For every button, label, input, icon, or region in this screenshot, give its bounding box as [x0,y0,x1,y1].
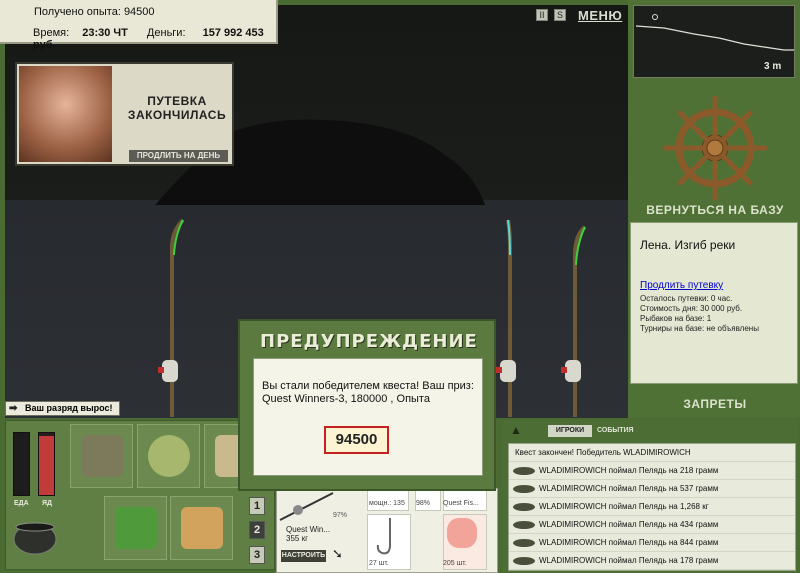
license-expired-banner: ПУТЕВКА ЗАКОНЧИЛАСЬ ПРОДЛИТЬ НА ДЕНЬ [15,62,234,166]
log-text: WLADIMIROWICH поймал Пелядь на 1,268 кг [539,502,709,511]
base-line-day-cost: Стоимость дня: 30 000 руб. [640,304,743,313]
bait-count: 205 шт. [443,560,467,567]
return-to-base-button[interactable]: ВЕРНУТЬСЯ НА БАЗУ [633,203,797,217]
bait-bag-slot[interactable] [137,424,200,488]
log-text: WLADIMIROWICH поймал Пелядь на 434 грамм [539,520,719,529]
arrow-down-right-icon: ➘ [332,546,343,561]
base-line-anglers: Рыбаков на базе: 1 [640,314,712,323]
depth-readout: 3 m [764,61,782,72]
time-label: Время: [33,27,70,39]
warning-dialog[interactable]: ПРЕДУПРЕЖДЕНИЕ Вы стали победителем квес… [238,319,496,491]
shrimp-bait-icon [447,518,477,548]
extend-license-link[interactable]: Продлить путевку [640,280,723,291]
fish-icon [513,467,535,475]
crying-child-image [19,66,112,162]
rod-2[interactable] [496,219,516,417]
rank-up-banner[interactable]: ➡ Ваш разряд вырос! [5,401,120,416]
lure-name-label: Quest Fis... [443,500,479,507]
log-text: WLADIMIROWICH поймал Пелядь на 178 грамм [539,556,719,565]
log-text: WLADIMIROWICH поймал Пелядь на 218 грамм [539,466,719,475]
rod-name: Quest Win... [286,525,331,534]
base-line-tournaments: Турниры на базе: не объявлены [640,324,759,333]
fish-icon [513,521,535,529]
bait-bag-icon [148,435,190,477]
log-row: WLADIMIROWICH поймал Пелядь на 844 грамм [509,534,795,552]
base-info-panel: Лена. Изгиб реки Продлить путевку Остало… [630,222,798,384]
tackle-box-slot[interactable] [70,424,133,488]
inventory-tab-2[interactable]: 2 [249,521,265,539]
tab-events[interactable]: СОБЫТИЯ [597,425,634,437]
log-row: WLADIMIROWICH поймал Пелядь на 1,268 кг [509,498,795,516]
vegetable-basket-slot[interactable] [104,496,167,560]
hook-count: 27 шт. [369,560,389,567]
poison-label: ЯД [42,500,53,507]
poison-meter [38,432,55,496]
dialog-message: Вы стали победителем квеста! Ваш приз: Q… [262,380,474,405]
setup-button[interactable]: НАСТРОИТЬ [281,550,326,562]
log-row: WLADIMIROWICH поймал Пелядь на 537 грамм [509,480,795,498]
compass-arrow-icon: ▲ [510,423,522,437]
fish-icon [513,557,535,565]
cauldron-icon[interactable] [10,515,60,560]
log-row: Квест закончен! Победитель WLADIMIROWICH [509,444,795,462]
tackle-box-icon [81,435,123,477]
ship-wheel-icon[interactable] [660,93,770,203]
inventory-tab-1[interactable]: 1 [249,497,265,515]
dialog-body: Вы стали победителем квеста! Ваш приз: Q… [253,358,483,476]
food-meter [13,432,30,496]
rod-reel-icon [279,492,334,521]
bans-button[interactable]: ЗАПРЕТЫ [633,397,797,411]
xp-reward-value: 94500 [324,426,389,454]
xp-label: Получено опыта: [34,6,121,18]
ad-title-line1: ПУТЕВКА [147,94,207,108]
tab-players[interactable]: ИГРОКИ [548,425,592,437]
hook-pct-label: 98% [416,500,431,507]
log-text: WLADIMIROWICH поймал Пелядь на 844 грамм [539,538,719,547]
fish-icon [513,539,535,547]
rank-up-text: Ваш разряд вырос! [25,403,113,413]
bucket-slot[interactable] [170,496,233,560]
hook-icon [376,518,391,555]
base-line-hours-left: Осталось путевки: 0 час. [640,294,733,303]
fish-icon [513,485,535,493]
log-row: WLADIMIROWICH поймал Пелядь на 178 грамм [509,552,795,570]
line-power-label: мощн.: 135 [369,500,405,507]
log-text: Квест закончен! Победитель WLADIMIROWICH [515,448,691,457]
rod-max-weight: 355 кг [286,534,308,543]
xp-value: 94500 [123,6,155,18]
vegetable-basket-icon [115,507,157,549]
rod-durability: 97% [333,512,348,519]
dialog-title: ПРЕДУПРЕЖДЕНИЕ [260,331,478,352]
rod-1[interactable] [158,218,185,417]
inventory-tab-3[interactable]: 3 [249,546,265,564]
base-title: Лена. Изгиб реки [640,238,736,252]
pause-icon[interactable]: II [536,9,548,21]
time-value: 23:30 ЧТ [82,27,128,39]
log-row: WLADIMIROWICH поймал Пелядь на 218 грамм [509,462,795,480]
log-text: WLADIMIROWICH поймал Пелядь на 537 грамм [539,484,719,493]
menu-button[interactable]: МЕНЮ [578,8,622,23]
ad-title-line2: ЗАКОНЧИЛАСЬ [127,108,227,122]
food-label: ЕДА [14,500,29,507]
arrow-right-icon: ➡ [9,403,18,414]
money-label: Деньги: [146,27,186,39]
event-log-list[interactable]: Квест закончен! Победитель WLADIMIROWICH… [508,443,796,571]
sound-icon[interactable]: S [554,9,566,21]
wooden-bucket-icon [181,507,223,549]
player-info-panel: Получено опыта: 94500 Время: 23:30 ЧТ Де… [0,0,278,51]
log-row: WLADIMIROWICH поймал Пелядь на 434 грамм [509,516,795,534]
extend-day-button[interactable]: ПРОДЛИТЬ НА ДЕНЬ [129,150,228,162]
rod-3[interactable] [561,225,587,417]
fish-icon [513,503,535,511]
